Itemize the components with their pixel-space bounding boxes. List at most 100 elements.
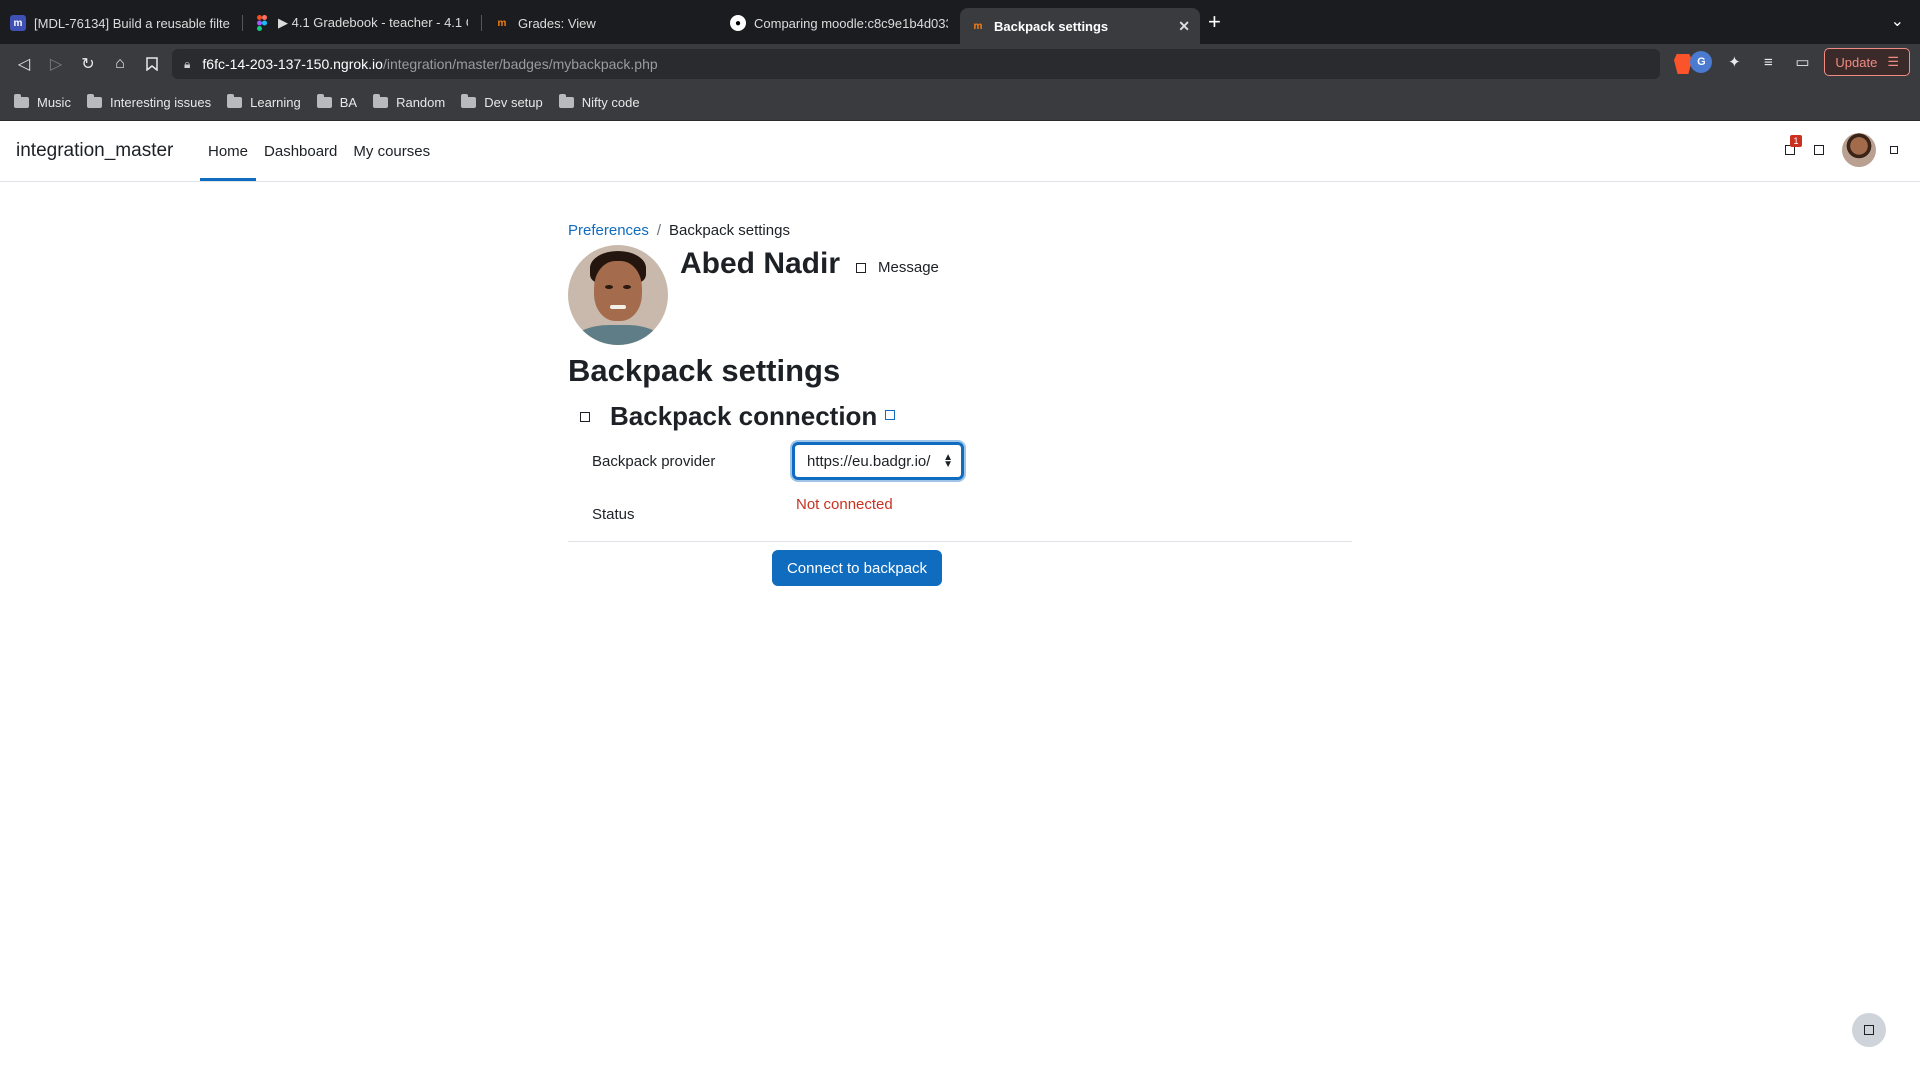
user-menu[interactable] [1842, 133, 1898, 167]
site-name[interactable]: integration_master [0, 121, 200, 181]
tab-separator [242, 15, 243, 31]
translate-icon[interactable]: G [1690, 51, 1713, 73]
breadcrumb-preferences-link[interactable]: Preferences [568, 222, 649, 239]
folder-icon [373, 93, 389, 108]
select-value: https://eu.badgr.io/ [807, 452, 931, 470]
help-icon[interactable] [885, 409, 896, 420]
reload-icon[interactable]: ↻ [72, 48, 104, 80]
tab-title: Backpack settings [994, 18, 1109, 34]
page-content: Preferences / Backpack settings Abed Nad… [568, 222, 1352, 586]
nav-home[interactable]: Home [200, 121, 257, 181]
message-icon [856, 262, 867, 273]
backpack-connection-header: Backpack connection [568, 401, 1352, 432]
breadcrumb-separator: / [656, 222, 662, 239]
figma-icon [254, 15, 270, 31]
tab-title: ▶ 4.1 Gradebook - teacher - 4.1 Gra [278, 15, 468, 30]
primary-navigation: Home Dashboard My courses [200, 121, 438, 181]
connect-to-backpack-button[interactable]: Connect to backpack [772, 550, 942, 586]
update-button[interactable]: Update ☰ [1824, 48, 1910, 76]
moodle-icon: m [497, 17, 507, 29]
bookmark-icon[interactable] [136, 48, 168, 80]
section-heading: Backpack connection [610, 401, 878, 431]
moodle-icon: m [10, 15, 26, 31]
collapse-icon[interactable] [580, 411, 590, 422]
divider [568, 541, 1352, 542]
messages-icon[interactable] [1814, 145, 1824, 155]
bookmark-label: Nifty code [581, 94, 640, 110]
notifications-icon[interactable]: 1 [1784, 135, 1802, 156]
home-icon[interactable]: ⌂ [104, 48, 136, 80]
update-label: Update [1835, 54, 1878, 70]
extensions-icon[interactable]: ✦ [1722, 50, 1746, 74]
back-icon[interactable]: ◁ [8, 48, 40, 80]
address-bar[interactable]: 🔒︎ f6fc-14-203-137-150.ngrok.io/integrat… [172, 49, 1660, 79]
status-row: Status Not connected [568, 496, 1352, 523]
browser-tab[interactable]: m [MDL-76134] Build a reusable filter [0, 8, 240, 38]
help-icon [1864, 1025, 1874, 1035]
bookmark-label: Learning [250, 94, 301, 110]
bookmark-label: BA [339, 94, 358, 110]
folder-icon [558, 93, 574, 108]
select-arrows-icon: ▲ ▼ [943, 452, 953, 470]
message-label: Message [878, 259, 939, 276]
bookmarks-bar: Music Interesting issues Learning BA Ran… [0, 84, 1920, 121]
browser-tab-bar: m [MDL-76134] Build a reusable filter ▶ … [0, 0, 1920, 44]
nav-my-courses[interactable]: My courses [345, 121, 438, 181]
wallet-icon[interactable]: ▭ [1790, 50, 1814, 74]
notification-count-badge: 1 [1790, 135, 1802, 147]
tab-title: Comparing moodle:c8c9e1b4d033 [754, 15, 948, 31]
breadcrumb: Preferences / Backpack settings [568, 222, 1352, 239]
tab-title: [MDL-76134] Build a reusable filter [34, 15, 230, 31]
bookmark-label: Dev setup [484, 94, 543, 110]
bookmark-folder[interactable]: Random [373, 93, 446, 110]
moodle-icon: m [973, 20, 983, 32]
bookmark-folder[interactable]: Music [14, 93, 71, 110]
brave-shield-icon[interactable] [1674, 54, 1692, 74]
folder-icon [14, 93, 29, 108]
url-path: /integration/master/badges/mybackpack.ph… [382, 56, 658, 72]
bookmark-folder[interactable]: Interesting issues [86, 93, 211, 110]
bookmark-label: Random [396, 94, 446, 110]
github-icon: ● [730, 15, 746, 31]
new-tab-icon[interactable]: + [1208, 8, 1221, 36]
bookmark-folder[interactable]: Dev setup [461, 93, 543, 110]
menu-icon: ☰ [1887, 54, 1899, 69]
status-label: Status [592, 506, 635, 523]
chevron-down-icon [1890, 146, 1898, 154]
nav-dashboard[interactable]: Dashboard [256, 121, 345, 181]
browser-toolbar: ◁ ▷ ↻ ⌂ 🔒︎ f6fc-14-203-137-150.ngrok.io /… [0, 44, 1920, 84]
url-host: f6fc-14-203-137-150.ngrok.io [202, 56, 383, 72]
backpack-provider-select[interactable]: https://eu.badgr.io/ ▲ ▼ [792, 442, 964, 480]
browser-tab-active[interactable]: m Backpack settings ✕ [960, 8, 1200, 44]
message-button[interactable]: Message [856, 259, 939, 276]
footer-button[interactable] [1852, 1013, 1886, 1047]
profile-picture[interactable] [568, 245, 668, 345]
user-header: Abed Nadir Message [568, 245, 1352, 345]
lock-icon: 🔒︎ [184, 56, 191, 71]
folder-icon [227, 93, 243, 108]
folder-icon [316, 93, 332, 108]
close-tab-icon[interactable]: ✕ [1178, 18, 1190, 35]
backpack-provider-row: Backpack provider https://eu.badgr.io/ ▲… [568, 442, 1352, 480]
site-navbar: integration_master Home Dashboard My cou… [0, 121, 1920, 182]
page-title: Backpack settings [568, 353, 841, 388]
bookmark-label: Music [37, 94, 71, 110]
avatar [1842, 133, 1876, 167]
bookmark-folder[interactable]: Learning [227, 93, 301, 110]
bookmark-folder[interactable]: BA [316, 93, 358, 110]
status-value: Not connected [796, 496, 893, 513]
tab-title: Grades: View [518, 15, 596, 31]
chevron-down-icon[interactable]: ⌄ [1891, 8, 1904, 36]
folder-icon [461, 93, 477, 108]
browser-tab[interactable]: ● Comparing moodle:c8c9e1b4d033 [720, 8, 958, 38]
forward-icon[interactable]: ▷ [40, 48, 72, 80]
bookmark-folder[interactable]: Nifty code [558, 93, 640, 110]
playlist-icon[interactable]: ≡ [1756, 50, 1780, 74]
user-full-name: Abed Nadir [680, 247, 841, 280]
backpack-provider-label: Backpack provider [592, 452, 716, 470]
tab-separator [481, 15, 482, 31]
breadcrumb-current: Backpack settings [669, 222, 790, 239]
folder-icon [86, 93, 102, 108]
browser-tab[interactable]: ▶ 4.1 Gradebook - teacher - 4.1 Gra [244, 8, 478, 38]
browser-tab[interactable]: m Grades: View [484, 8, 718, 38]
